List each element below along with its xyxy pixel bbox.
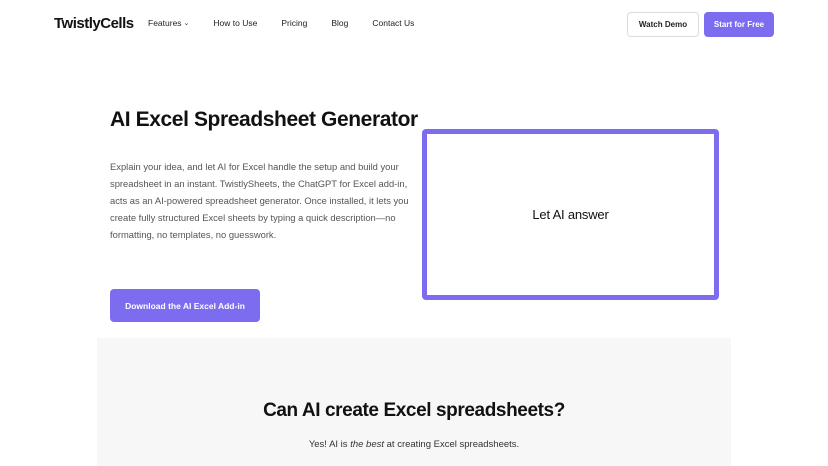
- subtitle-suffix: at creating Excel spreadsheets.: [384, 439, 520, 450]
- faq-section: Can AI create Excel spreadsheets? Yes! A…: [97, 338, 731, 466]
- nav-blog[interactable]: Blog: [331, 18, 348, 28]
- subtitle-prefix: Yes! AI is: [308, 439, 351, 450]
- demo-preview-box: Let AI answer: [422, 129, 719, 300]
- subtitle-emphasis: the best: [350, 439, 384, 450]
- nav-contact-us[interactable]: Contact Us: [372, 18, 414, 28]
- demo-box-text: Let AI answer: [532, 207, 609, 222]
- download-addin-button[interactable]: Download the AI Excel Add-in: [110, 289, 260, 322]
- hero-description: Explain your idea, and let AI for Excel …: [110, 161, 409, 240]
- page-title: AI Excel Spreadsheet Generator: [110, 108, 418, 131]
- nav-features[interactable]: Features ⌄: [148, 18, 189, 28]
- watch-demo-button[interactable]: Watch Demo: [627, 12, 699, 37]
- nav-blog-label: Blog: [331, 18, 349, 28]
- nav-pricing[interactable]: Pricing: [281, 18, 307, 28]
- nav-pricing-label: Pricing: [281, 18, 308, 28]
- nav-contact-us-label: Contact Us: [372, 18, 415, 28]
- main-nav: Features ⌄ How to Use Pricing Blog Conta…: [148, 18, 438, 28]
- section-subtitle: Yes! AI is the best at creating Excel sp…: [97, 439, 731, 450]
- section-title: Can AI create Excel spreadsheets?: [263, 400, 565, 421]
- nav-how-to-use-label: How to Use: [213, 18, 258, 28]
- nav-features-label: Features: [148, 18, 182, 28]
- site-header: TwistlyCells Features ⌄ How to Use Prici…: [0, 0, 828, 50]
- nav-how-to-use[interactable]: How to Use: [213, 18, 257, 28]
- start-for-free-button[interactable]: Start for Free: [704, 12, 774, 37]
- page: TwistlyCells Features ⌄ How to Use Prici…: [0, 0, 828, 466]
- logo[interactable]: TwistlyCells: [54, 15, 134, 32]
- chevron-down-icon: ⌄: [183, 20, 190, 27]
